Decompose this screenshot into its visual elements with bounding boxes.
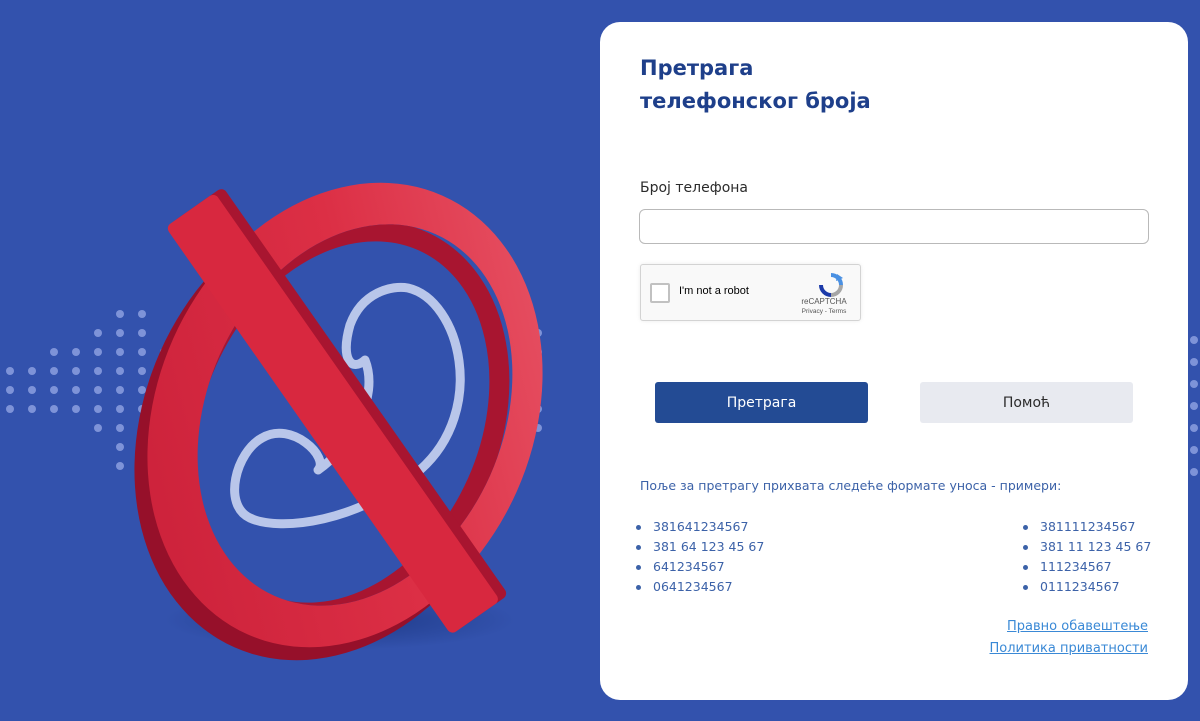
list-item: 381641234567 [636,517,764,537]
examples-list-right: 381111234567 381 11 123 45 67 111234567 … [1023,517,1151,597]
decorative-dot [50,405,58,413]
decorative-dot [72,367,80,375]
decorative-dot [116,386,124,394]
decorative-dot [116,348,124,356]
hero-illustration [6,182,543,661]
decorative-dot [94,329,102,337]
decorative-dot [116,310,124,318]
decorative-dot [138,348,146,356]
recaptcha-checkbox[interactable] [650,283,670,303]
decorative-dot [116,405,124,413]
decorative-dot [116,367,124,375]
decorative-dot [50,348,58,356]
search-button[interactable]: Претрага [655,382,868,423]
phone-number-label: Број телефона [640,180,748,196]
list-item: 641234567 [636,557,764,577]
decorative-dot [50,386,58,394]
decorative-dot [6,405,14,413]
privacy-policy-link[interactable]: Политика приватности [990,638,1148,660]
decorative-dot [94,405,102,413]
decorative-dot [116,329,124,337]
list-item: 381 11 123 45 67 [1023,537,1151,557]
decorative-dot [28,367,36,375]
help-button[interactable]: Помоћ [920,382,1133,423]
search-card: Претрага телефонског броја Број телефона… [600,22,1188,700]
page-title-line1: Претрага [640,56,754,80]
decorative-dot [50,367,58,375]
decorative-dot [72,386,80,394]
list-item: 0641234567 [636,577,764,597]
decorative-dot [138,310,146,318]
list-item: 111234567 [1023,557,1151,577]
decorative-dot [116,424,124,432]
phone-number-input[interactable] [639,209,1149,244]
legal-notice-link[interactable]: Правно обавештење [990,616,1148,638]
list-item: 0111234567 [1023,577,1151,597]
decorative-dot [116,443,124,451]
recaptcha-logo-icon [819,273,843,297]
decorative-dot [94,367,102,375]
footer-links: Правно обавештење Политика приватности [990,616,1148,660]
decorative-dot [72,405,80,413]
decorative-dot [94,386,102,394]
decorative-dot [94,348,102,356]
page-title-line2: телефонског броја [640,89,871,113]
list-item: 381 64 123 45 67 [636,537,764,557]
decorative-dot [94,424,102,432]
recaptcha-privacy-terms[interactable]: Privacy - Terms [789,308,859,315]
decorative-dot [116,462,124,470]
format-hint: Поље за претрагу прихвата следеће формат… [640,478,1062,493]
decorative-dot [6,386,14,394]
decorative-dot [138,329,146,337]
decorative-dot [72,348,80,356]
examples-list-left: 381641234567 381 64 123 45 67 641234567 … [636,517,764,597]
decorative-dot [138,386,146,394]
recaptcha-brand: reCAPTCHA [801,297,847,306]
decorative-dot [28,405,36,413]
decorative-dot [138,367,146,375]
page-title: Претрага телефонског броја [640,52,1060,118]
decorative-dot [28,386,36,394]
recaptcha-widget: I'm not a robot reCAPTCHA Privacy - Term… [640,264,861,321]
decorative-dot [6,367,14,375]
recaptcha-label: I'm not a robot [679,285,749,297]
list-item: 381111234567 [1023,517,1151,537]
